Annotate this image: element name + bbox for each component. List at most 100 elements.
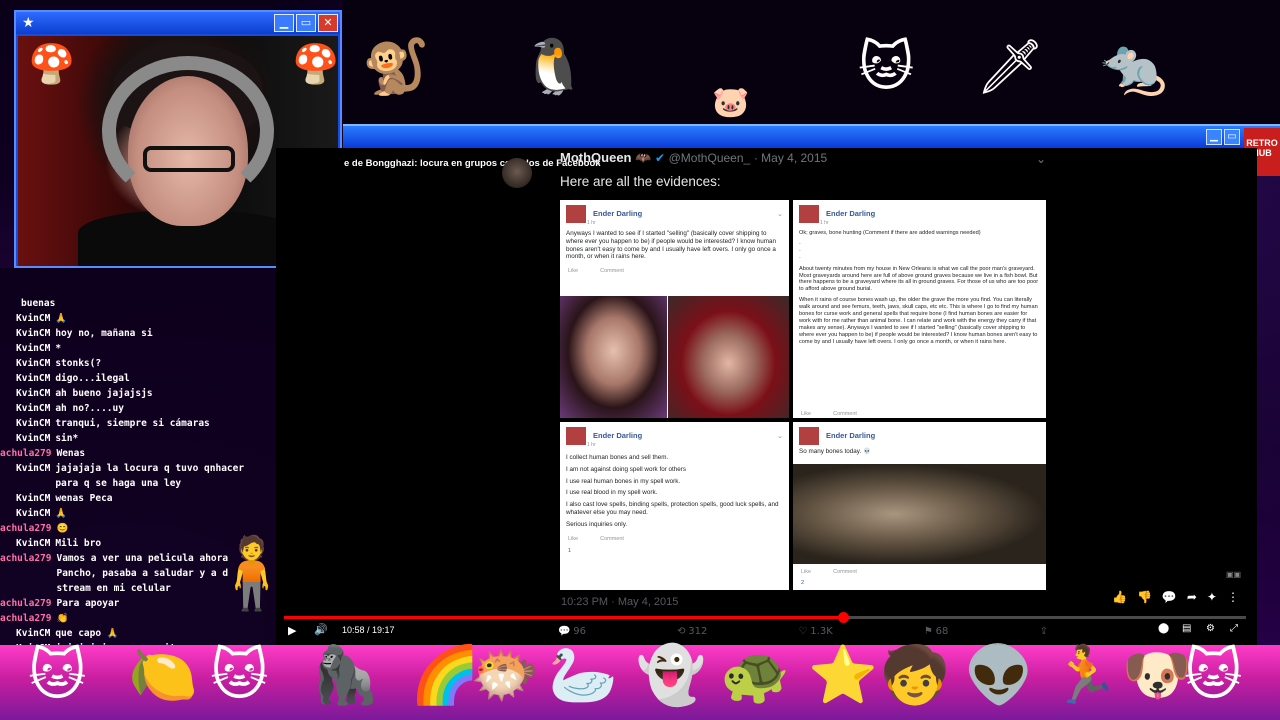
rat-sprite: 🐀 bbox=[1100, 35, 1168, 98]
chat-username[interactable]: KvinCM bbox=[16, 311, 50, 326]
chat-message: KvinCM stonks(? bbox=[0, 356, 276, 371]
player-controls: ▶ 🔊 10:58 / 19:17 ⬤ ▤ ⚙ ⤢ bbox=[284, 622, 1246, 642]
star-icon: ★ bbox=[22, 15, 35, 31]
channel-watermark-icon: ▣▣ bbox=[1226, 570, 1242, 579]
close-button[interactable]: ✕ bbox=[318, 14, 338, 32]
chat-username[interactable]: achula279 bbox=[0, 611, 51, 626]
comment-icon[interactable]: 💬 bbox=[1162, 590, 1177, 604]
fullscreen-icon[interactable]: ⤢ bbox=[1230, 623, 1238, 634]
post-paragraph: I also cast love spells, binding spells,… bbox=[566, 501, 779, 516]
reaction-count: 2 bbox=[801, 580, 805, 586]
progress-fill bbox=[284, 616, 841, 619]
chat-username[interactable]: KvinCM bbox=[16, 431, 50, 446]
chat-username[interactable]: KvinCM bbox=[16, 536, 50, 551]
chat-username[interactable]: KvinCM bbox=[16, 371, 50, 386]
chat-username[interactable]: achula279 bbox=[0, 551, 51, 596]
post-paragraph: Serious inquiries only. bbox=[566, 520, 628, 528]
chat-username[interactable]: KvinCM bbox=[16, 491, 50, 506]
chat-message: KvinCM que capo 🙏 bbox=[0, 626, 276, 641]
chat-message: achula279 Wenas bbox=[0, 446, 276, 461]
alien-sprite: 👽 bbox=[964, 643, 1034, 708]
post-body: Anyways I wanted to see if I started "se… bbox=[560, 226, 789, 261]
goose-sprite: 🦢 bbox=[548, 643, 618, 708]
kirby-sword-sprite: 🗡 bbox=[976, 35, 1045, 98]
chat-text: sin* bbox=[55, 433, 79, 444]
chat-username[interactable]: KvinCM bbox=[16, 626, 50, 641]
post-paragraph: Ok; graves, bone hunting (Comment if the… bbox=[799, 230, 981, 236]
mushroom-cloud-icon: 🍄 bbox=[28, 42, 76, 86]
post-body: Ok; graves, bone hunting (Comment if the… bbox=[793, 226, 1046, 346]
like-button: Like bbox=[801, 569, 812, 575]
avatar bbox=[566, 204, 586, 223]
chat-username[interactable]: KvinCM bbox=[16, 416, 50, 431]
maximize-icon[interactable]: ▭ bbox=[1224, 129, 1240, 145]
chat-message: KvinCM sin* bbox=[0, 431, 276, 446]
chat-text: digo...ilegal bbox=[55, 373, 130, 384]
like-button: Like bbox=[568, 268, 579, 275]
thumbs-up-icon[interactable]: 👍 bbox=[1112, 590, 1127, 604]
chat-username[interactable]: achula279 bbox=[0, 596, 51, 611]
post-paragraph: I use real human bones in my spell work. bbox=[566, 477, 681, 485]
post-author: Ender Darling bbox=[593, 209, 643, 218]
post-paragraph: When it rains of course bones wash up, t… bbox=[799, 297, 1038, 345]
donkey-kong-sprite: 🦍 bbox=[310, 643, 380, 708]
chat-message: KvinCM 🙏 bbox=[0, 506, 276, 521]
gear-icon[interactable]: ⚙ bbox=[1206, 623, 1215, 634]
like-button: Like bbox=[801, 411, 812, 417]
chat-username[interactable]: achula279 bbox=[0, 521, 51, 536]
post-paragraph: · bbox=[799, 254, 801, 261]
share-icon[interactable]: ➦ bbox=[1187, 590, 1197, 604]
bart-sprite: 🧒 bbox=[880, 643, 950, 708]
kirby-star-sprite: ⭐ bbox=[808, 643, 878, 708]
chat-username[interactable]: KvinCM bbox=[16, 341, 50, 356]
chevron-down-icon[interactable]: ⌄ bbox=[1036, 152, 1046, 166]
window-titlebar: ▁ ▭ bbox=[343, 124, 1280, 148]
chat-username[interactable]: KvinCM bbox=[16, 356, 50, 371]
chat-message: KvinCM 🙏 bbox=[0, 311, 276, 326]
chat-username[interactable]: KvinCM bbox=[16, 506, 50, 521]
chat-text: que capo 🙏 bbox=[55, 628, 119, 639]
reaction-count: 1 bbox=[568, 547, 572, 554]
post-paragraph: So many bones today. 💀 bbox=[799, 448, 871, 455]
chat-message: KvinCM hoy no, mañana si bbox=[0, 326, 276, 341]
chat-text: buenas bbox=[21, 298, 56, 309]
post-paragraph: · bbox=[799, 240, 801, 247]
more-icon: ⌄ bbox=[777, 432, 783, 440]
thumbs-down-icon[interactable]: 👎 bbox=[1137, 590, 1152, 604]
post-paragraph: · bbox=[799, 247, 801, 254]
subtitles-icon[interactable]: ▤ bbox=[1182, 623, 1191, 634]
chat-text: wenas Peca bbox=[55, 493, 113, 504]
chat-text: tranqui, siempre si cámaras bbox=[55, 418, 210, 429]
avatar[interactable] bbox=[502, 158, 532, 188]
verified-icon: ✔ bbox=[654, 151, 665, 165]
chat-text: * bbox=[55, 343, 62, 354]
avatar bbox=[799, 204, 819, 223]
tweet-timestamp: 10:23 PM · May 4, 2015 bbox=[561, 596, 679, 608]
volume-icon[interactable]: 🔊 bbox=[314, 623, 328, 636]
chat-username[interactable]: KvinCM bbox=[16, 326, 50, 341]
maximize-button[interactable]: ▭ bbox=[296, 14, 316, 32]
chat-username[interactable]: achula279 bbox=[0, 446, 51, 461]
chat-text: Wenas bbox=[56, 448, 86, 459]
autoplay-toggle-icon[interactable]: ⬤ bbox=[1158, 623, 1169, 634]
video-player[interactable]: e de Bongghazi: locura en grupos cerrado… bbox=[276, 148, 1257, 645]
more-icon[interactable]: ⋮ bbox=[1227, 590, 1239, 604]
chat-username[interactable]: KvinCM bbox=[16, 386, 50, 401]
chat-text: jajajaja la locura q tuvo qnhacer para q… bbox=[55, 463, 245, 489]
play-icon[interactable]: ▶ bbox=[288, 624, 296, 637]
facebook-post: Ender Darling ⌄ 1 hr Anyways I wanted to… bbox=[560, 200, 789, 418]
tweet-author-name: MothQueen bbox=[560, 150, 632, 165]
minimize-icon[interactable]: ▁ bbox=[1206, 129, 1222, 145]
minimize-button[interactable]: ▁ bbox=[274, 14, 294, 32]
avatar bbox=[799, 426, 819, 445]
tweet-author[interactable]: MothQueen 🦇 ✔ @MothQueen_ · May 4, 2015 bbox=[560, 150, 827, 166]
chat-username[interactable]: KvinCM bbox=[16, 401, 50, 416]
webcam-titlebar: ★ ▁ ▭ ✕ bbox=[16, 12, 340, 34]
chat-username[interactable]: KvinCM bbox=[16, 461, 50, 491]
chat-message: KvinCM jajajaja la locura q tuvo qnhacer … bbox=[0, 461, 276, 491]
parappa-sprite: 🐶 bbox=[1122, 643, 1192, 708]
sparkle-icon[interactable]: ✦ bbox=[1207, 590, 1217, 604]
progress-bar[interactable] bbox=[284, 612, 1246, 623]
chat-message: KvinCM digo...ilegal bbox=[0, 371, 276, 386]
like-button: Like bbox=[568, 535, 579, 542]
